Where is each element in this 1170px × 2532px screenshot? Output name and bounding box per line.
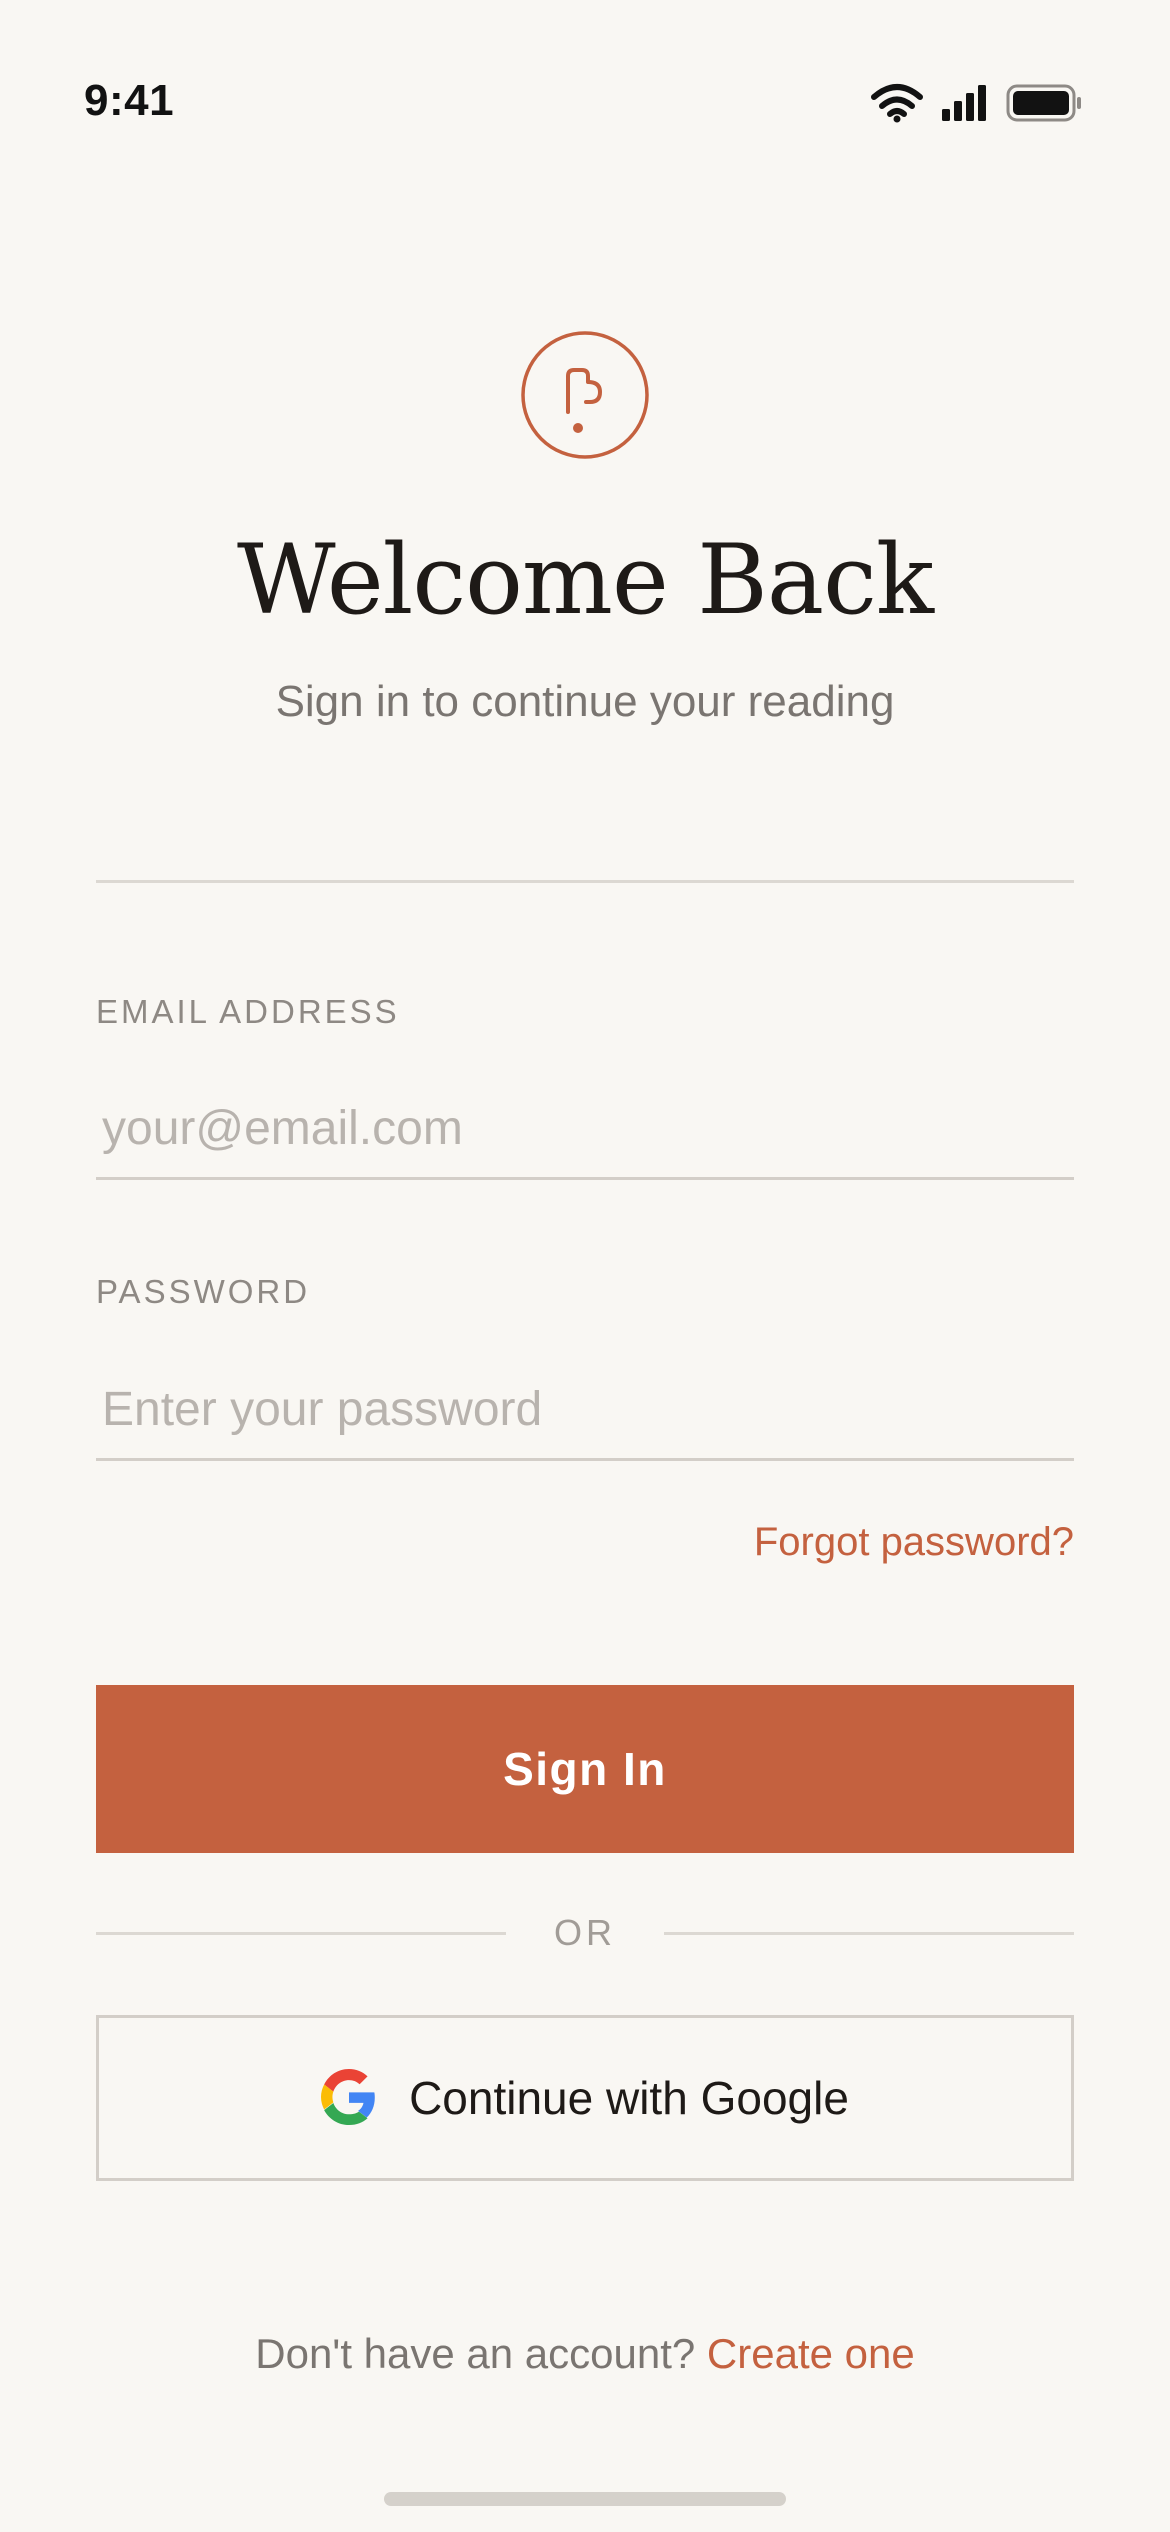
status-icons	[870, 80, 1082, 126]
email-field[interactable]	[96, 1080, 1074, 1180]
email-label: EMAIL ADDRESS	[96, 993, 400, 1030]
continue-with-google-label: Continue with Google	[409, 2072, 849, 2124]
google-icon	[321, 2068, 377, 2128]
sign-in-button[interactable]: Sign In	[96, 1685, 1074, 1853]
reading-app-logo-icon	[520, 330, 650, 460]
status-bar: 9:41	[0, 0, 1170, 200]
home-indicator[interactable]	[384, 2492, 786, 2506]
or-divider-line-right	[664, 1932, 1074, 1935]
signup-prompt: Don't have an account? Create one	[0, 2326, 1170, 2382]
forgot-password-link[interactable]: Forgot password?	[754, 1516, 1074, 1568]
page-subtitle: Sign in to continue your reading	[275, 677, 895, 726]
password-field[interactable]	[96, 1361, 1074, 1461]
wifi-icon	[870, 83, 924, 123]
password-label: PASSWORD	[96, 1273, 311, 1310]
continue-with-google-button[interactable]: Continue with Google	[96, 2015, 1074, 2181]
page-title: Welcome Back	[237, 524, 934, 636]
header-divider	[96, 880, 1074, 883]
or-divider: OR	[96, 1905, 1074, 1961]
create-account-link[interactable]: Create one	[707, 2330, 915, 2377]
signup-prompt-text: Don't have an account?	[255, 2330, 696, 2377]
signal-icon	[942, 85, 988, 121]
battery-icon	[1006, 84, 1082, 122]
status-time: 9:41	[84, 76, 175, 125]
